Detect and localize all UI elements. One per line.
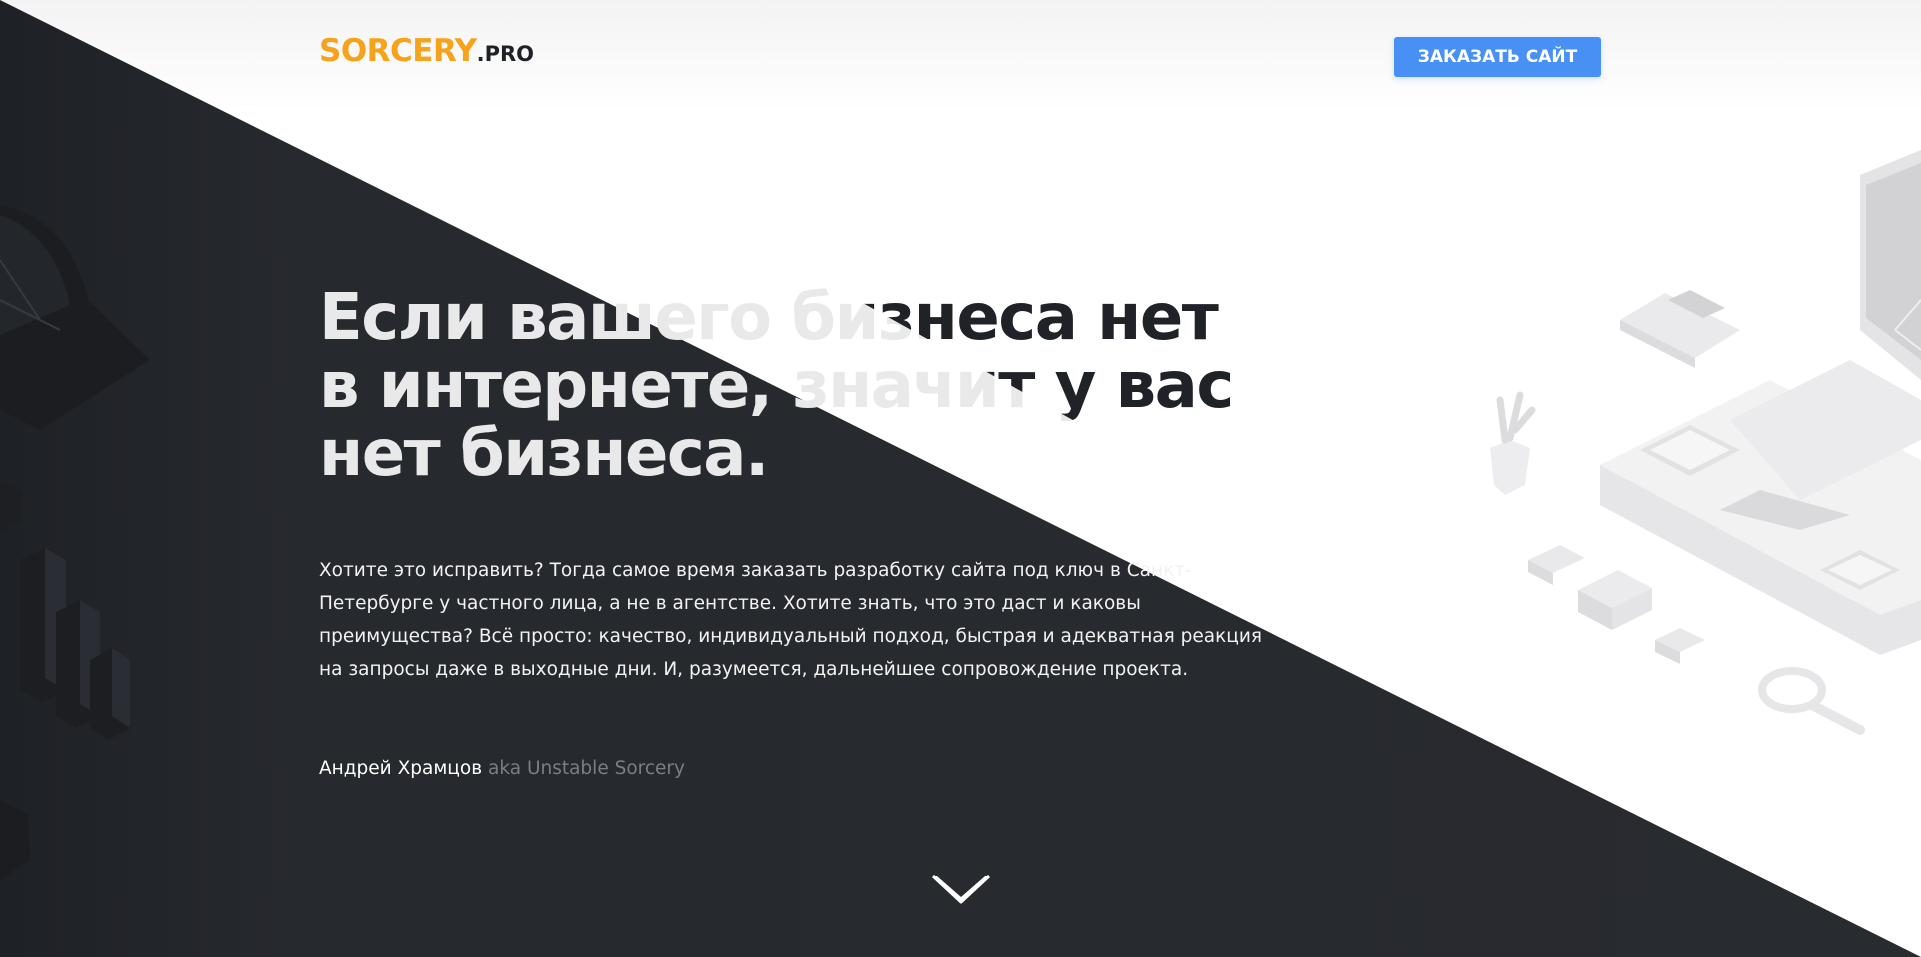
order-site-button[interactable]: ЗАКАЗАТЬ САЙТ xyxy=(1394,37,1601,77)
hero-description-line: Хотите это исправить? Тогда самое время … xyxy=(319,560,1192,581)
hero-description: Хотите это исправить? Тогда самое время … xyxy=(319,554,1269,686)
author-name: Андрей Храмцов xyxy=(319,758,483,779)
logo-main-text: SORCERY xyxy=(319,33,477,69)
logo-domain-text: .PRO xyxy=(476,42,535,66)
hero-description-line: Петербурге у частного лица, а не в агент… xyxy=(319,593,1141,614)
hero-title-line: нет бизнеса. xyxy=(319,417,769,491)
hero-description-line: преимущества? Всё просто: качество, инди… xyxy=(319,626,1263,647)
author-alias: aka Unstable Sorcery xyxy=(488,758,685,779)
chevron-down-icon xyxy=(931,874,991,904)
site-header: SORCERY.PRO ЗАКАЗАТЬ САЙТ xyxy=(0,0,1921,110)
author-signature: Андрей Храмцов aka Unstable Sorcery xyxy=(319,756,685,782)
scroll-down-button[interactable] xyxy=(930,872,992,908)
logo[interactable]: SORCERY.PRO xyxy=(319,36,534,67)
hero-description-line: на запросы даже в выходные дни. И, разум… xyxy=(319,659,1189,680)
